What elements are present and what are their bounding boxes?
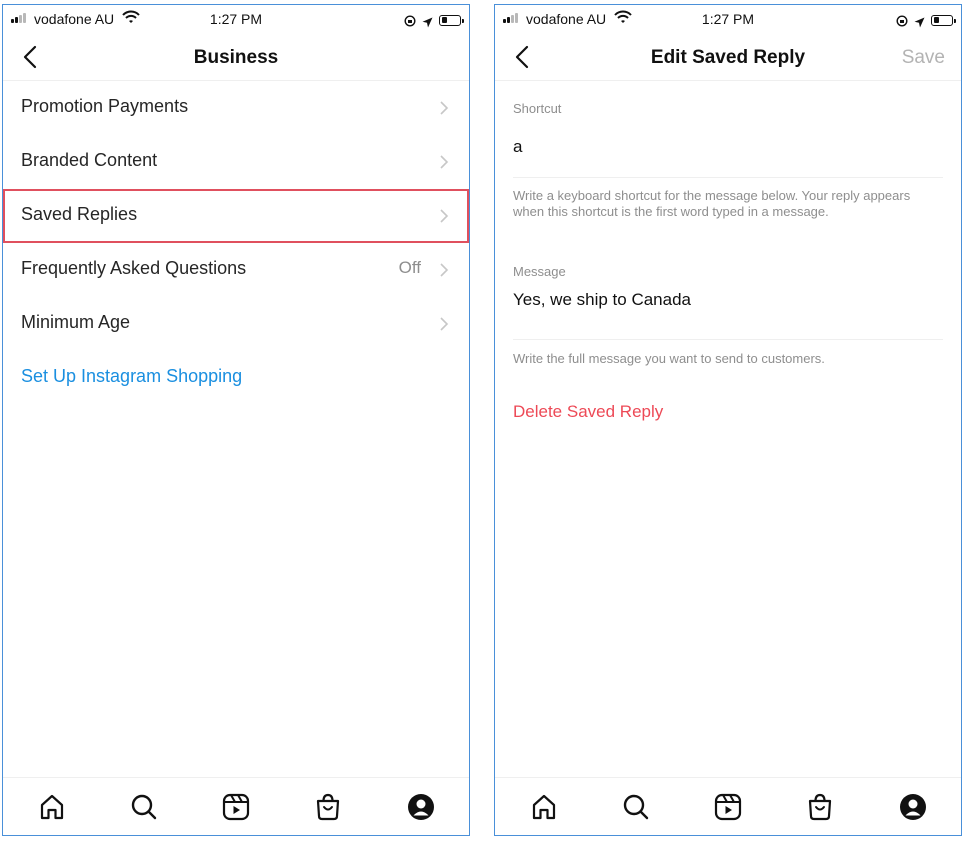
reels-icon[interactable] [713,792,743,822]
location-icon [914,15,925,28]
chevron-right-icon [440,263,449,277]
message-label: Message [513,264,566,279]
menu-item-label: Promotion Payments [21,96,189,116]
shortcut-input[interactable] [513,137,943,157]
business-settings-screen: vodafone AU 1:27 PM Business Promotion P… [2,4,470,836]
menu-item-branded-content[interactable]: Branded Content [3,135,469,189]
edit-saved-reply-screen: vodafone AU 1:27 PM Edit Saved Reply Sav… [494,4,962,836]
shop-icon[interactable] [313,792,343,822]
status-bar: vodafone AU 1:27 PM [3,5,469,33]
status-bar: vodafone AU 1:27 PM [495,5,961,33]
profile-icon[interactable] [406,792,436,822]
chevron-right-icon [440,101,449,115]
menu-item-label: Frequently Asked Questions [21,258,247,278]
menu-item-minimum-age[interactable]: Minimum Age [3,297,469,351]
delete-saved-reply-button[interactable]: Delete Saved Reply [513,402,663,422]
rotation-lock-icon [404,14,416,27]
profile-icon[interactable] [898,792,928,822]
status-time: 1:27 PM [701,11,755,27]
tab-bar [3,777,469,835]
shortcut-help-text: Write a keyboard shortcut for the messag… [513,188,911,219]
status-time: 1:27 PM [209,11,263,27]
shortcut-label: Shortcut [513,101,562,116]
setup-shopping-link[interactable]: Set Up Instagram Shopping [3,351,469,405]
menu-item-label: Branded Content [21,150,158,170]
save-button[interactable]: Save [902,47,945,69]
rotation-lock-icon [896,14,908,27]
message-input[interactable] [513,290,943,310]
menu-item-faq[interactable]: Frequently Asked Questions Off [3,243,469,297]
battery-icon [931,14,956,26]
menu-item-label: Minimum Age [21,312,131,332]
setup-shopping-label: Set Up Instagram Shopping [21,366,243,386]
tab-bar [495,777,961,835]
shop-icon[interactable] [805,792,835,822]
business-menu: Promotion Payments Branded Content Saved… [3,81,469,405]
chevron-right-icon [440,209,449,223]
reels-icon[interactable] [221,792,251,822]
message-help-text: Write the full message you want to send … [513,351,825,366]
page-title: Edit Saved Reply [650,47,806,68]
chevron-right-icon [440,155,449,169]
divider [513,339,943,340]
nav-bar: Business [3,33,469,81]
faq-status-value: Off [398,258,421,277]
divider [513,177,943,178]
menu-item-saved-replies[interactable]: Saved Replies [3,189,469,243]
page-title: Business [193,47,279,68]
menu-item-promotion-payments[interactable]: Promotion Payments [3,81,469,135]
location-icon [422,15,433,28]
search-icon[interactable] [621,792,651,822]
home-icon[interactable] [529,792,559,822]
home-icon[interactable] [37,792,67,822]
search-icon[interactable] [129,792,159,822]
battery-icon [439,14,464,26]
menu-item-label: Saved Replies [21,204,138,224]
nav-bar: Edit Saved Reply Save [495,33,961,81]
chevron-right-icon [440,317,449,331]
